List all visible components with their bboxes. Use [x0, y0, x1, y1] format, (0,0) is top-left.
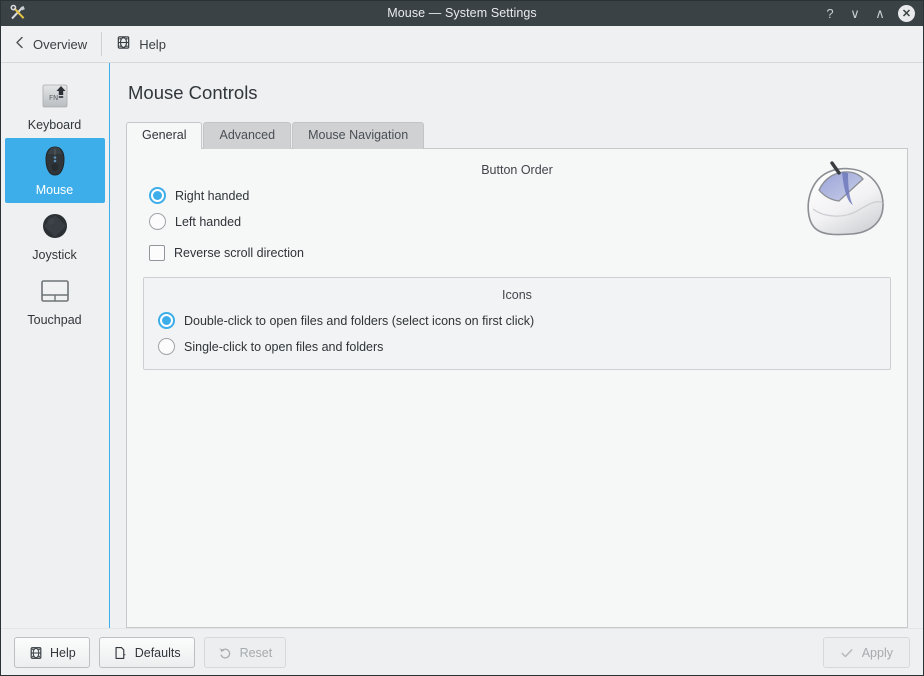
tab-bar: General Advanced Mouse Navigation — [126, 122, 908, 149]
app-icon-tools-icon — [0, 4, 30, 22]
sidebar-item-keyboard[interactable]: FN Keyboard — [5, 73, 105, 138]
help-book-icon — [28, 645, 43, 660]
close-window-button[interactable]: ✕ — [898, 4, 915, 22]
system-settings-window: Mouse — System Settings ? ∨ ∧ ✕ Overview — [0, 0, 924, 676]
footer-bar: Help Defaults Reset Apply — [0, 628, 924, 676]
content-area: Mouse Controls General Advanced Mouse Na… — [110, 63, 924, 628]
tab-general[interactable]: General — [126, 122, 203, 149]
reset-button-label: Reset — [239, 645, 273, 660]
sidebar: FN Keyboard Mouse Joystick Touchpad — [0, 63, 110, 628]
radio-single-click-label: Single-click to open files and folders — [184, 339, 384, 354]
sidebar-item-touchpad[interactable]: Touchpad — [5, 268, 105, 333]
window-title: Mouse — System Settings — [387, 6, 537, 20]
overview-label: Overview — [33, 36, 88, 52]
help-window-button[interactable]: ? — [823, 6, 837, 20]
radio-double-click[interactable]: Double-click to open files and folders (… — [158, 312, 882, 329]
checkbox-reverse-scroll-label: Reverse scroll direction — [174, 246, 304, 260]
apply-button[interactable]: Apply — [822, 637, 910, 668]
sidebar-item-joystick-label: Joystick — [32, 248, 77, 262]
sidebar-item-touchpad-label: Touchpad — [27, 313, 82, 327]
chevron-left-icon — [14, 36, 25, 52]
button-order-title: Button Order — [481, 163, 553, 177]
radio-left-handed-label: Left handed — [175, 214, 242, 229]
tab-advanced[interactable]: Advanced — [203, 122, 292, 149]
sidebar-item-mouse[interactable]: Mouse — [4, 138, 105, 203]
icons-group-title: Icons — [502, 288, 532, 302]
radio-left-handed[interactable]: Left handed — [149, 213, 891, 230]
toolbar-help-button[interactable]: Help — [102, 26, 180, 62]
defaults-button-label: Defaults — [134, 645, 181, 660]
checkbox-reverse-scroll[interactable]: Reverse scroll direction — [149, 245, 891, 261]
reset-button[interactable]: Reset — [203, 637, 287, 668]
apply-button-label: Apply — [861, 645, 893, 660]
title-bar: Mouse — System Settings ? ∨ ∧ ✕ — [0, 0, 924, 26]
help-button-label: Help — [50, 645, 76, 660]
overview-button[interactable]: Overview — [0, 26, 101, 62]
radio-right-handed-indicator[interactable] — [149, 187, 166, 204]
icons-group: Icons Double-click to open files and fol… — [143, 277, 891, 370]
radio-double-click-label: Double-click to open files and folders (… — [184, 313, 535, 328]
sidebar-item-mouse-label: Mouse — [35, 183, 74, 197]
checkmark-icon — [840, 645, 855, 660]
minimize-window-button[interactable]: ∨ — [848, 6, 862, 20]
radio-right-handed[interactable]: Right handed — [149, 187, 891, 204]
sidebar-item-keyboard-label: Keyboard — [27, 118, 82, 132]
help-button[interactable]: Help — [14, 637, 90, 668]
mouse-illustration — [799, 159, 895, 239]
checkbox-reverse-scroll-indicator[interactable] — [149, 245, 165, 261]
window-controls: ? ∨ ∧ ✕ — [823, 4, 924, 22]
radio-single-click[interactable]: Single-click to open files and folders — [158, 338, 882, 355]
sidebar-item-joystick[interactable]: Joystick — [5, 203, 105, 268]
tab-mouse-navigation[interactable]: Mouse Navigation — [292, 122, 425, 149]
defaults-button[interactable]: Defaults — [98, 637, 195, 668]
undo-arrow-icon — [218, 645, 233, 660]
tab-panel-general: Button Order Right handed Left handed Re… — [126, 148, 908, 628]
radio-double-click-indicator[interactable] — [158, 312, 175, 329]
svg-text:FN: FN — [49, 94, 58, 102]
maximize-window-button[interactable]: ∧ — [873, 6, 887, 20]
toolbar: Overview Help — [0, 26, 924, 63]
toolbar-help-label: Help — [139, 36, 166, 52]
touchpad-icon — [35, 274, 75, 308]
document-revert-icon — [113, 645, 128, 660]
keyboard-fn-key-icon: FN — [35, 79, 75, 113]
mouse-icon — [35, 144, 75, 178]
help-book-icon — [116, 35, 131, 53]
radio-right-handed-label: Right handed — [175, 188, 250, 203]
radio-left-handed-indicator[interactable] — [149, 213, 166, 230]
joystick-icon — [35, 209, 75, 243]
page-title: Mouse Controls — [128, 82, 258, 103]
radio-single-click-indicator[interactable] — [158, 338, 175, 355]
main-body: FN Keyboard Mouse Joystick Touchpad Mous… — [0, 63, 924, 628]
